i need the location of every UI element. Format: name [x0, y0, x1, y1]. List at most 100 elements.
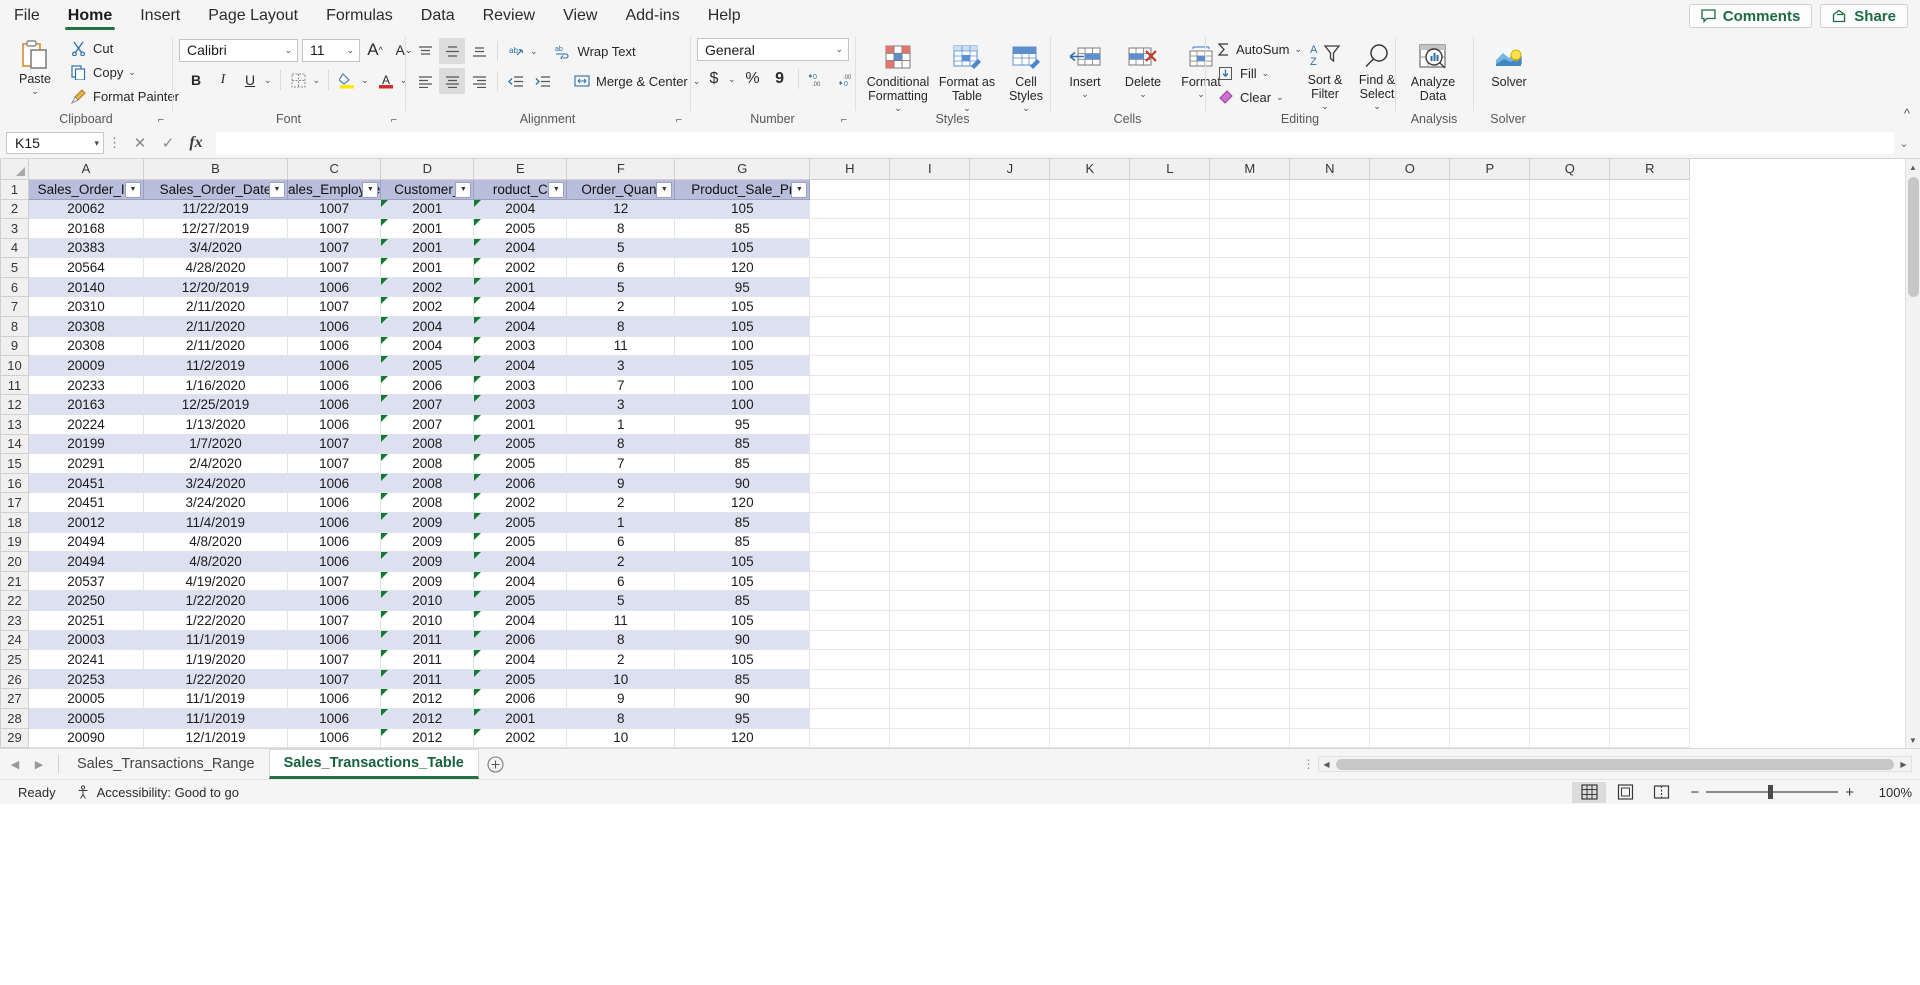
grid-cell-empty[interactable]: [969, 708, 1051, 729]
grid-cell-empty[interactable]: [889, 394, 971, 416]
zoom-thumb[interactable]: [1768, 785, 1774, 799]
grid-cell[interactable]: 105: [674, 316, 811, 337]
grid-cell-empty[interactable]: [809, 179, 891, 200]
grid-cell-empty[interactable]: [1289, 179, 1371, 200]
column-header-k[interactable]: K: [1049, 159, 1131, 180]
row-header[interactable]: 11: [0, 374, 29, 396]
grid-cell[interactable]: 2006: [473, 630, 568, 651]
grid-cell-empty[interactable]: [889, 512, 971, 533]
name-box[interactable]: K15 ▾: [6, 132, 104, 154]
column-header-o[interactable]: O: [1369, 159, 1451, 180]
grid-cell[interactable]: 1006: [287, 532, 382, 553]
grid-cell[interactable]: 85: [674, 532, 811, 553]
grid-cell[interactable]: 1006: [287, 414, 382, 435]
grid-cell-empty[interactable]: [809, 277, 891, 298]
grid-cell-empty[interactable]: [1369, 336, 1451, 357]
row-header[interactable]: 15: [0, 453, 29, 474]
grid-cell[interactable]: 2004: [473, 649, 568, 670]
grid-cell-empty[interactable]: [1049, 355, 1131, 376]
row-header[interactable]: 27: [0, 688, 29, 709]
comments-button[interactable]: Comments: [1688, 4, 1813, 28]
grid-cell-empty[interactable]: [1049, 610, 1131, 631]
scroll-down-icon[interactable]: ▼: [1906, 732, 1920, 748]
grid-cell-empty[interactable]: [1049, 316, 1131, 337]
row-header[interactable]: 13: [0, 414, 29, 435]
grid-cell[interactable]: 2001: [473, 708, 568, 729]
grid-cell[interactable]: 2001: [380, 199, 475, 220]
sort-filter-button[interactable]: A Z Sort & Filter ⌄: [1300, 36, 1350, 111]
merge-center-button[interactable]: Merge & Center ⌄: [568, 70, 704, 93]
grid-cell-empty[interactable]: [1049, 473, 1131, 494]
ribbon-tab-page-layout[interactable]: Page Layout: [194, 0, 312, 32]
error-indicator-icon[interactable]: [381, 591, 389, 599]
grid-cell-empty[interactable]: [1209, 610, 1291, 631]
grid-cell[interactable]: 90: [674, 688, 811, 709]
grid-cell-empty[interactable]: [1209, 296, 1291, 318]
grid-cell-empty[interactable]: [1049, 257, 1131, 278]
row-header[interactable]: 7: [0, 296, 29, 318]
grid-cell[interactable]: 2005: [380, 355, 475, 376]
grid-cell-empty[interactable]: [1369, 551, 1451, 572]
grid-cell-empty[interactable]: [1289, 473, 1371, 494]
grid-cell[interactable]: 1006: [287, 375, 382, 396]
grid-cell-empty[interactable]: [1449, 179, 1531, 200]
column-header-g[interactable]: G: [674, 159, 811, 180]
table-header-cell[interactable]: Sales_Order_ID ▼: [28, 179, 144, 200]
grid-cell-empty[interactable]: [1049, 375, 1131, 396]
grid-cell[interactable]: 2011: [380, 669, 475, 690]
grid-cell[interactable]: 11/1/2019: [143, 688, 288, 709]
grid-cell[interactable]: 120: [674, 728, 811, 748]
error-indicator-icon[interactable]: [474, 219, 482, 227]
chevron-down-icon[interactable]: ⌄: [728, 74, 736, 85]
grid-cell[interactable]: 6: [566, 571, 676, 592]
grid-cell-empty[interactable]: [1209, 179, 1291, 200]
ribbon-tab-insert[interactable]: Insert: [126, 0, 194, 32]
grid-cell-empty[interactable]: [1289, 551, 1371, 572]
row-header[interactable]: 24: [0, 629, 29, 651]
grid-cell-empty[interactable]: [889, 649, 971, 670]
grid-cell[interactable]: 2007: [380, 394, 475, 416]
grid-cell-empty[interactable]: [809, 649, 891, 670]
grid-cell-empty[interactable]: [1609, 316, 1691, 337]
grid-cell-empty[interactable]: [1449, 630, 1531, 651]
grid-cell-empty[interactable]: [1289, 336, 1371, 357]
chevron-down-icon[interactable]: ⌄: [361, 75, 369, 86]
grid-cell-empty[interactable]: [1369, 179, 1451, 200]
error-indicator-icon[interactable]: [474, 336, 482, 344]
grid-cell-empty[interactable]: [969, 512, 1051, 533]
row-header[interactable]: 20: [0, 551, 29, 572]
grid-cell-empty[interactable]: [969, 649, 1051, 670]
grid-cell-empty[interactable]: [1049, 238, 1131, 259]
grid-cell[interactable]: 105: [674, 199, 811, 220]
error-indicator-icon[interactable]: [381, 473, 389, 481]
grid-cell-empty[interactable]: [1289, 708, 1371, 729]
grid-cell-empty[interactable]: [1529, 394, 1611, 416]
filter-dropdown-icon[interactable]: ▼: [455, 181, 472, 198]
error-indicator-icon[interactable]: [381, 493, 389, 501]
add-sheet-button[interactable]: [479, 749, 513, 779]
increase-indent-button[interactable]: [530, 68, 556, 94]
format-as-table-button[interactable]: Format as Table ⌄: [936, 38, 998, 113]
grid-cell-empty[interactable]: [969, 414, 1051, 435]
grid-cell[interactable]: 2012: [380, 728, 475, 748]
grid-cell[interactable]: 2009: [380, 512, 475, 533]
grid-cell-empty[interactable]: [1369, 296, 1451, 318]
grid-cell-empty[interactable]: [1129, 571, 1211, 592]
grid-cell-empty[interactable]: [1049, 532, 1131, 553]
grid-cell[interactable]: 10: [566, 669, 676, 690]
grid-cell[interactable]: 20451: [28, 473, 144, 494]
row-header[interactable]: 23: [0, 609, 29, 631]
collapse-ribbon-button[interactable]: ^: [1904, 32, 1920, 121]
grid-cell-empty[interactable]: [1369, 218, 1451, 239]
grid-cell-empty[interactable]: [1369, 375, 1451, 396]
grid-cell-empty[interactable]: [1529, 590, 1611, 611]
grid-cell-empty[interactable]: [1289, 649, 1371, 670]
grid-cell[interactable]: 20241: [28, 649, 144, 670]
row-header[interactable]: 29: [0, 727, 29, 748]
grid-cell-empty[interactable]: [1289, 394, 1371, 416]
grid-cell-empty[interactable]: [1449, 414, 1531, 435]
scroll-up-icon[interactable]: ▲: [1906, 159, 1920, 175]
row-header[interactable]: 9: [0, 335, 29, 357]
error-indicator-icon[interactable]: [381, 650, 389, 658]
align-right-button[interactable]: [466, 68, 492, 94]
